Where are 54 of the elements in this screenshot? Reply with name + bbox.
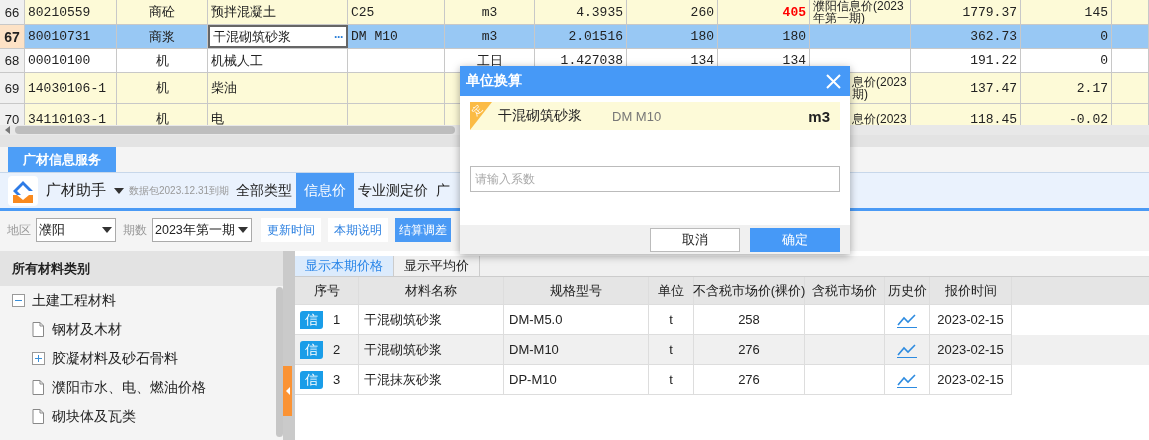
difference-cell: 2.17 bbox=[1021, 73, 1112, 103]
table-cell: 2023-02-15 bbox=[930, 365, 1012, 395]
price-cell: 405 bbox=[718, 0, 810, 24]
material-name: 干混砌筑砂浆 bbox=[498, 107, 582, 125]
name-cell: 预拌混凝土 bbox=[208, 0, 348, 24]
table-cell: 2 bbox=[333, 342, 341, 357]
code-cell: 00010100 bbox=[25, 49, 117, 72]
source-badge: 信 bbox=[300, 370, 323, 389]
code-cell: 80010731 bbox=[25, 25, 117, 48]
table-cell: 3 bbox=[333, 372, 341, 387]
source-badge: 信 bbox=[300, 340, 323, 359]
unit-cell: m3 bbox=[445, 0, 535, 24]
table-cell: 276 bbox=[694, 365, 805, 395]
difference-cell: 0 bbox=[1021, 25, 1112, 48]
source-cell: 濮阳信息价(2023年第一期) bbox=[810, 0, 911, 24]
quantity-cell: 2.01516 bbox=[535, 25, 627, 48]
difference-cell: 145 bbox=[1021, 0, 1112, 24]
spec-cell: C25 bbox=[348, 0, 445, 24]
table-cell: DP-M10 bbox=[504, 365, 649, 395]
name-cell: 机械人工 bbox=[208, 49, 348, 72]
unit-cell: m3 bbox=[445, 25, 535, 48]
dialog-title: 单位换算 bbox=[466, 72, 522, 90]
table-cell: t bbox=[649, 335, 694, 365]
amount-cell: 137.47 bbox=[911, 73, 1021, 103]
amount-cell: 362.73 bbox=[911, 25, 1021, 48]
table-cell: 2023-02-15 bbox=[930, 335, 1012, 365]
ribbon-label: 定 bbox=[468, 101, 486, 119]
table-cell: 1 bbox=[333, 312, 341, 327]
source-badge: 信 bbox=[300, 310, 323, 329]
difference-cell: 0 bbox=[1021, 49, 1112, 72]
field-label: 地区 bbox=[7, 221, 31, 239]
spec-cell: DM M10 bbox=[348, 25, 445, 48]
table-cell: 276 bbox=[694, 335, 805, 365]
field-label: 期数 bbox=[123, 221, 147, 239]
price-cell: 260 bbox=[627, 0, 718, 24]
type-cell: 商砼 bbox=[117, 0, 208, 24]
price-cell: 180 bbox=[627, 25, 718, 48]
table-cell: 干混砌筑砂浆 bbox=[359, 335, 504, 365]
code-cell: 80210559 bbox=[25, 0, 117, 24]
material-unit: m3 bbox=[808, 107, 830, 125]
price-cell: 180 bbox=[718, 25, 810, 48]
material-spec: DM M10 bbox=[612, 108, 662, 124]
table-cell: t bbox=[649, 365, 694, 395]
type-cell: 机 bbox=[117, 49, 208, 72]
code-cell: 14030106-1 bbox=[25, 73, 117, 103]
amount-cell: 1779.37 bbox=[911, 0, 1021, 24]
quantity-cell: 4.3935 bbox=[535, 0, 627, 24]
table-cell: 干混抹灰砂浆 bbox=[359, 365, 504, 395]
package-note: 数据包2023.12.31到期 bbox=[129, 183, 230, 198]
name-cell: 柴油 bbox=[208, 73, 348, 103]
type-cell: 机 bbox=[117, 73, 208, 103]
category-header: 所有材料类别 bbox=[0, 251, 283, 286]
amount-cell: 191.22 bbox=[911, 49, 1021, 72]
table-cell: DM-M10 bbox=[504, 335, 649, 365]
